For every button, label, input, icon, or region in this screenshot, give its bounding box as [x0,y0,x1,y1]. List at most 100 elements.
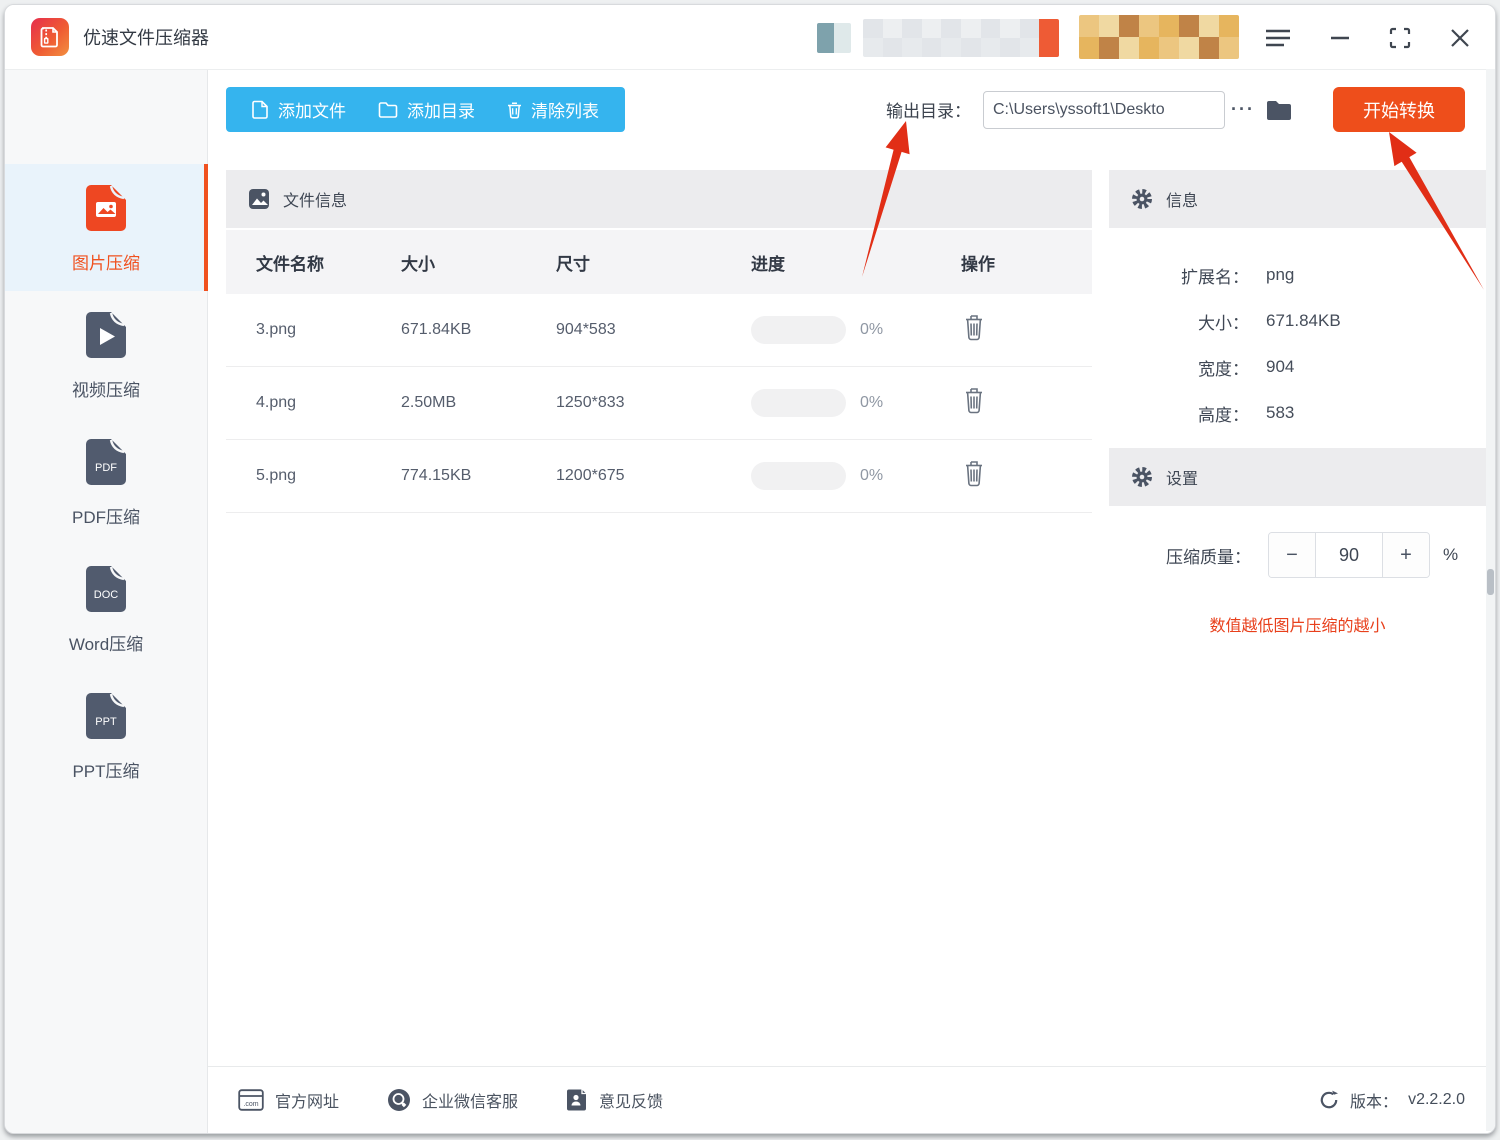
close-button[interactable] [1441,19,1479,57]
info-fields: 扩展名： png 大小： 671.84KB 宽度： 904 高度： 583 [1109,228,1486,448]
refresh-icon [1320,1090,1339,1109]
field-label: 扩展名： [1181,267,1249,287]
progress-bar [751,462,846,490]
delete-row-button[interactable] [961,386,987,416]
open-folder-button[interactable] [1261,98,1297,122]
add-directory-button[interactable]: 添加目录 [362,87,491,132]
progress-bar [751,316,846,344]
feedback-link[interactable]: 意见反馈 [566,1088,663,1112]
app-window: 优速文件压缩器 图片压缩 视频压缩 PDF PDF压缩 DOC Word压缩 P… [4,4,1496,1134]
trash-icon [966,314,982,340]
sidebar-item-pdf-compress[interactable]: PDF PDF压缩 [5,418,207,545]
quality-decrease-button[interactable]: − [1269,533,1315,577]
image-icon [249,189,269,209]
footer-bar: .com 官方网址 企业微信客服 意见反馈 版本： v2.2.2.0 [208,1066,1495,1133]
cell-dimensions: 1200*675 [556,467,625,484]
pdf-file-icon: PDF [86,438,126,485]
svg-text:.com: .com [243,1101,258,1108]
settings-panel-title: 设置 [1166,471,1199,488]
sidebar-item-video-compress[interactable]: 视频压缩 [5,291,207,418]
content-row: 文件信息 文件名称 大小 尺寸 进度 操作 3.png 671.84KB 904… [208,170,1495,1066]
screen: 优速文件压缩器 图片压缩 视频压缩 PDF PDF压缩 DOC Word压缩 P… [0,0,1500,1140]
app-logo-icon [31,18,69,56]
progress-percent: 0% [860,321,884,338]
clear-list-button[interactable]: 清除列表 [491,87,615,132]
feedback-icon [567,1089,587,1111]
add-file-button[interactable]: 添加文件 [236,87,362,132]
main-area: 添加文件 添加目录 清除列表 输出目录： C:\Users\yssoft1\De… [208,70,1495,1133]
col-dimensions: 尺寸 [556,254,590,274]
cell-size: 2.50MB [401,394,457,411]
menu-icon[interactable] [1259,19,1297,57]
image-file-icon [86,184,126,231]
video-file-icon [86,311,126,358]
folder-icon [378,102,398,118]
version-value: v2.2.2.0 [1408,1091,1465,1108]
col-size: 大小 [401,254,435,274]
table-row: 4.png 2.50MB 1250*833 0% [226,367,1092,440]
field-label: 高度： [1198,405,1249,425]
title-bar: 优速文件压缩器 [5,5,1495,70]
info-panel-title: 信息 [1166,193,1199,210]
quality-stepper: − 90 + [1268,532,1430,578]
censored-chip-2 [863,19,1059,57]
field-label: 宽度： [1198,359,1249,379]
cell-filename: 3.png [256,321,297,338]
minimize-button[interactable] [1321,19,1359,57]
sidebar-item-word-compress[interactable]: DOC Word压缩 [5,545,207,672]
wechat-support-link[interactable]: 企业微信客服 [387,1088,518,1112]
official-site-link[interactable]: .com 官方网址 [238,1088,339,1112]
sidebar-item-image-compress[interactable]: 图片压缩 [5,164,208,291]
sidebar-item-label: 图片压缩 [72,253,140,273]
cell-filename: 4.png [256,394,297,411]
quality-unit: % [1443,545,1459,564]
sidebar-item-ppt-compress[interactable]: PPT PPT压缩 [5,672,207,799]
delete-row-button[interactable] [961,459,987,489]
progress-percent: 0% [860,394,884,411]
field-label: 大小： [1198,313,1249,333]
folder-open-icon [1267,100,1291,120]
field-value: 904 [1266,357,1295,376]
trash-icon [508,101,521,118]
scrollbar-track[interactable] [1486,69,1495,1131]
field-value: 671.84KB [1266,311,1341,330]
sidebar-item-label: 视频压缩 [72,380,140,400]
file-panel: 文件信息 文件名称 大小 尺寸 进度 操作 3.png 671.84KB 904… [226,170,1092,1048]
sidebar-item-label: PPT压缩 [72,761,140,781]
maximize-button[interactable] [1381,19,1419,57]
col-action: 操作 [961,254,995,274]
action-bar: 添加文件 添加目录 清除列表 [226,87,625,132]
gear-icon [1132,467,1152,487]
quality-increase-button[interactable]: + [1383,533,1429,577]
wechat-icon [388,1089,411,1111]
cell-size: 671.84KB [401,321,472,338]
table-row: 5.png 774.15KB 1200*675 0% [226,440,1092,513]
start-convert-button[interactable]: 开始转换 [1333,87,1465,132]
cell-dimensions: 904*583 [556,321,616,338]
scrollbar-thumb[interactable] [1487,569,1494,595]
delete-row-button[interactable] [961,313,987,343]
ppt-file-icon: PPT [86,692,126,739]
cell-filename: 5.png [256,467,297,484]
info-panel-header: 信息 [1109,170,1486,228]
cell-size: 774.15KB [401,467,472,484]
quality-note: 数值越低图片压缩的越小 [1209,618,1386,635]
toolbar: 添加文件 添加目录 清除列表 输出目录： C:\Users\yssoft1\De… [208,70,1495,170]
censored-chip-3 [1079,15,1239,59]
file-icon [252,100,268,119]
sidebar: 图片压缩 视频压缩 PDF PDF压缩 DOC Word压缩 PPT PPT压缩 [5,70,208,1133]
settings-panel-header: 设置 [1109,448,1486,506]
browse-more-button[interactable]: ··· [1225,99,1261,120]
version-label: 版本： [1350,1094,1399,1111]
quality-label: 压缩质量： [1166,547,1251,567]
col-progress: 进度 [751,254,785,274]
doc-file-icon: DOC [86,565,126,612]
output-directory-label: 输出目录： [886,102,971,121]
output-directory-input[interactable] [983,90,1225,129]
settings-body: 压缩质量： − 90 + % 数值越低图片压缩的越小 [1109,506,1486,636]
col-filename: 文件名称 [256,254,324,274]
quality-value[interactable]: 90 [1315,533,1383,577]
censored-chip-1 [817,23,851,53]
website-icon: .com [238,1089,264,1111]
app-title: 优速文件压缩器 [83,28,209,48]
